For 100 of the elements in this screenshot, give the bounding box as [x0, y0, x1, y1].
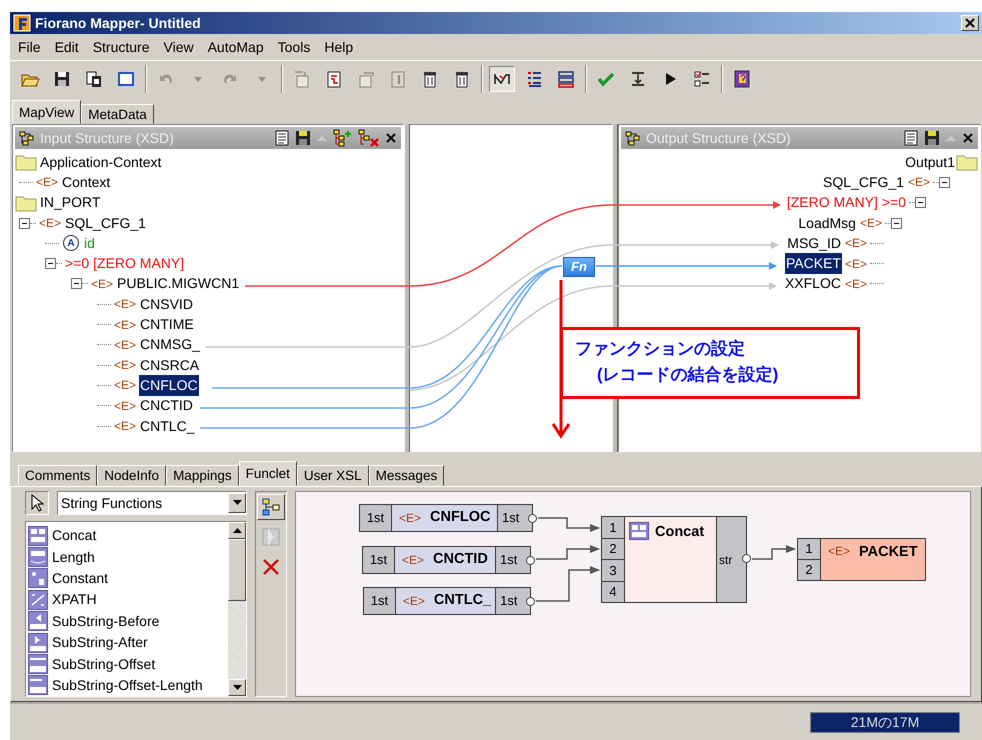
close-button[interactable]	[961, 15, 979, 31]
port-label[interactable]: 1	[798, 539, 820, 559]
tree-node-label[interactable]: [ZERO MANY]	[786, 192, 879, 214]
tree-node-label[interactable]: MSG_ID	[786, 232, 842, 254]
port-label[interactable]: 4	[602, 580, 624, 602]
tab[interactable]: User XSL	[296, 465, 369, 486]
tab[interactable]: Comments	[18, 465, 98, 486]
function-node[interactable]: 1 2 3 4 Concat str	[601, 516, 747, 603]
tab[interactable]: Mappings	[166, 465, 239, 486]
collapse-toggle[interactable]	[939, 176, 950, 188]
collapse-toggle[interactable]	[45, 258, 56, 270]
delete-node-icon[interactable]	[358, 129, 380, 147]
tree-node-label[interactable]: PACKET	[784, 253, 842, 274]
scroll-thumb[interactable]	[228, 539, 246, 601]
source-node[interactable]: 1st <E> CNFLOC 1st	[359, 504, 533, 532]
menu-item[interactable]: File	[11, 36, 48, 58]
tree-node-label[interactable]: CNSVID	[139, 294, 194, 315]
function-list-item[interactable]: SubString-Offset-Length	[52, 674, 203, 696]
dropdown-arrow-button[interactable]	[228, 493, 246, 513]
hierarchy-icon[interactable]	[261, 497, 281, 517]
tree-node-label[interactable]: XXFLOC	[784, 273, 842, 294]
add-node-icon[interactable]	[333, 129, 353, 147]
menu-item[interactable]: Tools	[270, 36, 318, 58]
function-list-item[interactable]: Constant	[52, 568, 108, 589]
port-connector-icon[interactable]	[526, 556, 535, 565]
port-label[interactable]: 1st	[363, 547, 395, 573]
port-label[interactable]: str	[717, 517, 746, 602]
function-list-item[interactable]: SubString-Offset	[52, 654, 156, 675]
scroll-up-button[interactable]	[228, 522, 246, 539]
document-icon[interactable]	[903, 130, 919, 146]
port-label[interactable]: 1st	[364, 588, 396, 614]
tab[interactable]: MetaData	[81, 104, 154, 124]
tree-node-label[interactable]: SQL_CFG_1	[64, 212, 147, 234]
tree-node-label[interactable]: Context	[61, 172, 112, 193]
source-node[interactable]: 1st <E> CNCTID 1st	[362, 546, 531, 574]
function-icon	[28, 632, 48, 653]
save-icon[interactable]	[295, 130, 311, 146]
function-list-item[interactable]: Concat	[52, 525, 96, 546]
menu-item[interactable]: View	[156, 36, 201, 58]
copy-icon[interactable]	[84, 68, 104, 88]
tree-node-label[interactable]: CNCTID	[139, 395, 194, 416]
tree-node-label[interactable]: SQL_CFG_1	[822, 172, 905, 193]
target-node[interactable]: 1 2 <E> PACKET	[797, 538, 926, 581]
tree-node-label[interactable]: IN_PORT	[39, 192, 102, 214]
tab[interactable]: Funclet	[238, 461, 297, 486]
category-dropdown[interactable]: String Functions	[57, 491, 247, 515]
function-list-item[interactable]: SubString-After	[52, 632, 148, 654]
port-label[interactable]: 2	[798, 559, 820, 580]
port-label[interactable]: 3	[602, 559, 624, 580]
port-label[interactable]: 2	[602, 538, 624, 559]
port-label[interactable]: 1st	[496, 547, 530, 573]
scrollbar-track[interactable]	[228, 522, 246, 696]
checklist-icon[interactable]	[692, 68, 712, 88]
tree-node-label[interactable]: [ZERO MANY]	[92, 253, 186, 274]
tree-node-label[interactable]: CNTIME	[139, 314, 195, 336]
caret-icon[interactable]	[232, 500, 242, 506]
source-node[interactable]: 1st <E> CNTLC_ 1st	[363, 587, 531, 615]
close-icon[interactable]	[385, 132, 397, 144]
tree-node-label[interactable]: CNTLC_	[139, 416, 196, 437]
tree-node-label[interactable]: LoadMsg	[797, 212, 857, 234]
port-label[interactable]: 1st	[496, 588, 530, 614]
port-connector-icon[interactable]	[526, 597, 535, 606]
port-label[interactable]: 1st	[360, 505, 392, 531]
close-icon[interactable]	[962, 132, 974, 144]
help-book-icon[interactable]	[732, 68, 752, 88]
tree-node-label[interactable]: CNMSG_	[139, 334, 201, 356]
collapse-toggle[interactable]	[915, 197, 926, 208]
function-list-item[interactable]: XPATH	[52, 589, 97, 610]
tree-node-label[interactable]: Application-Context	[39, 152, 162, 173]
tree-node-label[interactable]: id	[83, 232, 96, 254]
function-list-item[interactable]: SubString-Before	[52, 610, 160, 632]
port-label[interactable]: 1st	[498, 505, 532, 531]
collapse-toggle[interactable]	[19, 218, 30, 229]
port-connector-icon[interactable]	[742, 554, 751, 563]
up-arrow-icon[interactable]	[232, 528, 242, 534]
element-tag: <E>	[114, 396, 136, 415]
function-list-item[interactable]: Length	[52, 546, 95, 568]
menu-item[interactable]: AutoMap	[200, 36, 271, 58]
tree-node-label[interactable]: Output1	[904, 152, 956, 173]
document-icon[interactable]	[274, 130, 290, 146]
delete-icon[interactable]	[261, 557, 281, 577]
menu-item[interactable]: Help	[317, 36, 360, 58]
port-label[interactable]: 1	[602, 517, 624, 538]
element-tag: <E>	[844, 254, 867, 273]
tree-node-label[interactable]: CNSRCA	[139, 354, 200, 376]
grid-list-icon[interactable]	[556, 68, 576, 88]
tree-node-label[interactable]: CNFLOC	[139, 374, 199, 396]
port-connector-icon[interactable]	[528, 514, 537, 523]
scroll-down-button[interactable]	[228, 679, 246, 696]
menu-item[interactable]: Structure	[86, 36, 156, 58]
menu-item[interactable]: Edit	[48, 36, 86, 58]
down-arrow-icon[interactable]	[232, 684, 242, 690]
collapse-toggle[interactable]	[891, 218, 902, 229]
tab[interactable]: Messages	[368, 465, 444, 486]
pointer-tool-button[interactable]	[25, 491, 49, 515]
tab[interactable]: MapView	[12, 100, 82, 124]
save-icon[interactable]	[924, 130, 940, 146]
tree-node-label[interactable]: PUBLIC.MIGWCN1	[116, 273, 240, 294]
collapse-toggle[interactable]	[71, 278, 82, 290]
tab[interactable]: NodeInfo	[97, 465, 166, 486]
